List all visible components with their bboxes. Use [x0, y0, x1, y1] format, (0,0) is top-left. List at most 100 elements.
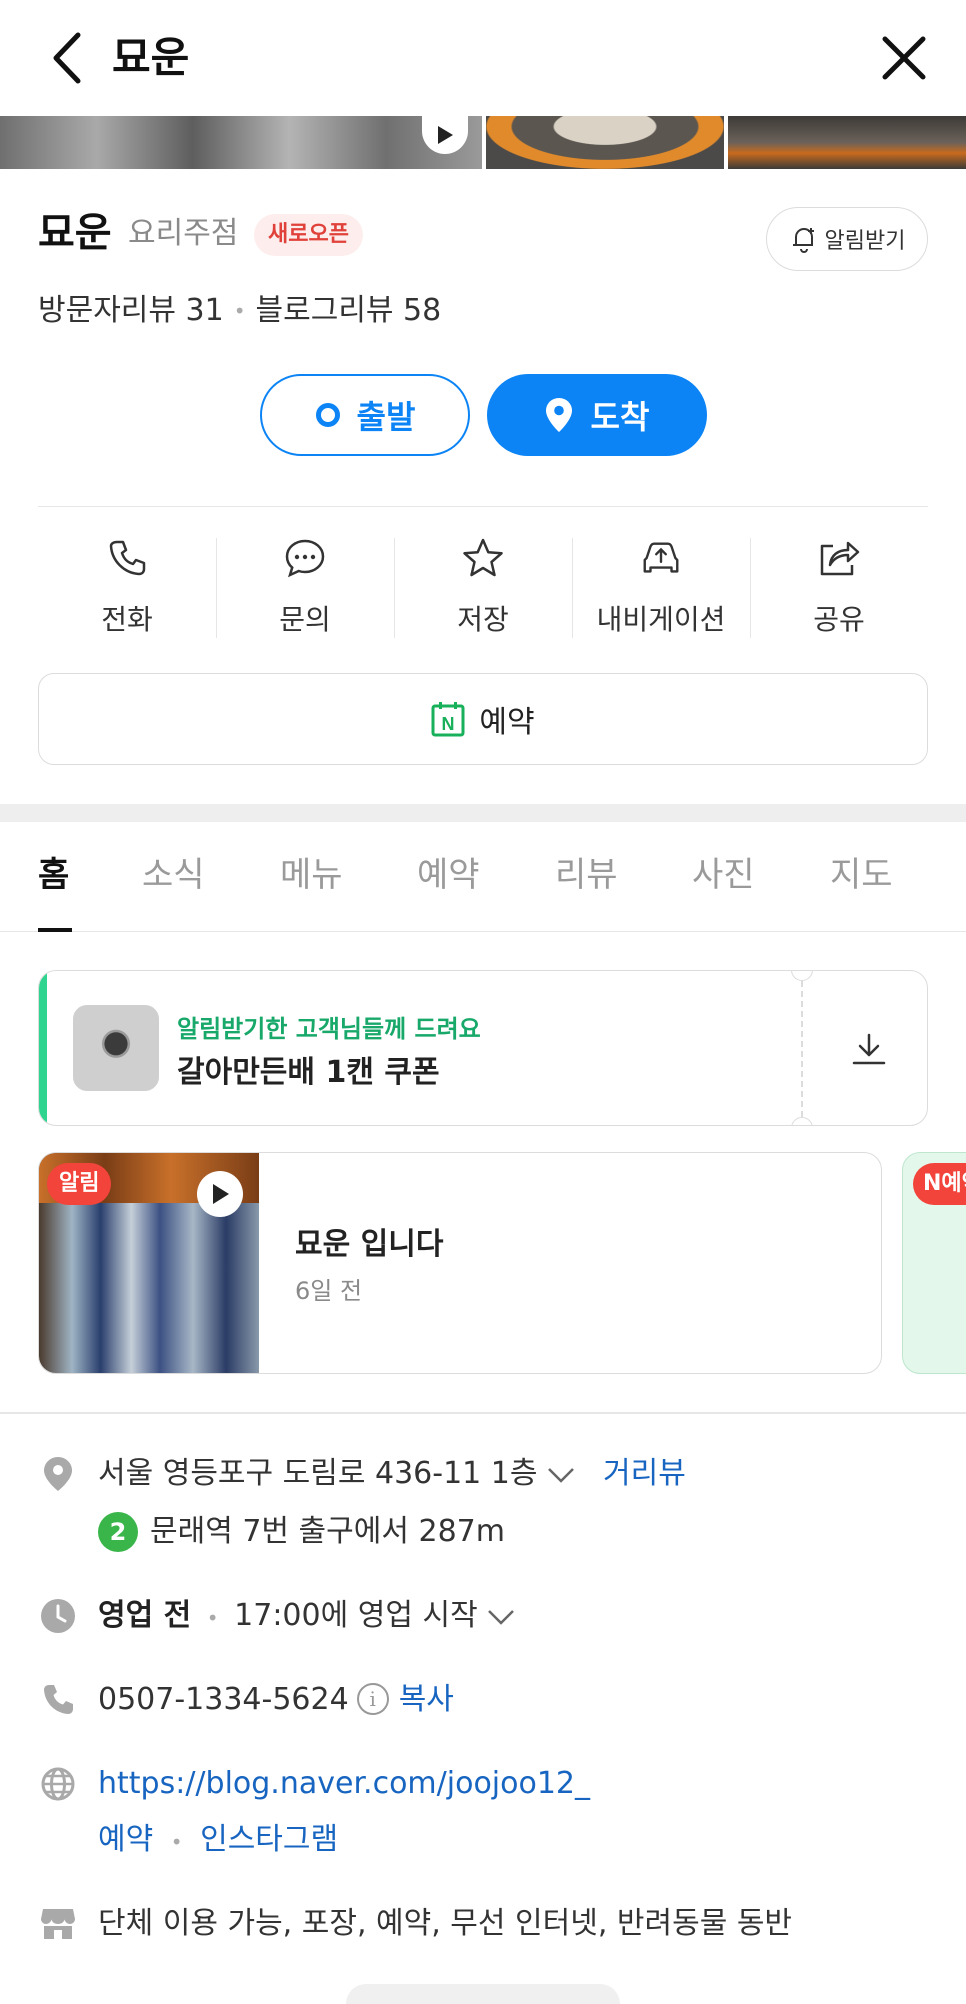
coupon-subtitle: 알림받기한 고객님들께 드려요: [177, 1015, 481, 1043]
subway-directions: 문래역 7번 출구에서 287m: [150, 1514, 505, 1549]
clock-icon: [40, 1598, 76, 1634]
depart-label: 출발: [356, 398, 416, 436]
coupon-card[interactable]: 알림받기한 고객님들께 드려요 갈아만든배 1캔 쿠폰: [38, 970, 928, 1126]
share-icon: [817, 536, 861, 580]
place-name: 묘운: [38, 210, 112, 256]
divider: [0, 1412, 966, 1414]
download-icon: [852, 1033, 886, 1065]
download-coupon-button[interactable]: [839, 1019, 899, 1079]
share-label: 공유: [813, 603, 865, 636]
tab-home[interactable]: 홈: [38, 850, 69, 900]
store-logo: [73, 1005, 159, 1091]
coupon-title: 갈아만든배 1캔 쿠폰: [177, 1055, 440, 1090]
star-icon: [461, 536, 505, 580]
store-icon: [40, 1906, 76, 1942]
tab-reservation[interactable]: 예약: [417, 850, 480, 900]
chevron-down-icon[interactable]: [486, 1608, 516, 1626]
address-row: 서울 영등포구 도림로 436-11 1층 거리뷰: [98, 1452, 686, 1496]
separator-dot: •: [206, 1606, 219, 1630]
tab-map[interactable]: 지도: [830, 850, 893, 900]
tab-photos[interactable]: 사진: [692, 850, 755, 900]
naver-booking-icon: N: [431, 702, 465, 737]
blog-review-link[interactable]: 블로그리뷰 58: [256, 290, 442, 332]
call-label: 전화: [101, 603, 153, 636]
inquiry-button[interactable]: 문의: [216, 528, 394, 648]
photo-thumbnail[interactable]: [728, 116, 966, 169]
save-button[interactable]: 저장: [394, 528, 572, 648]
section-separator: [0, 804, 966, 822]
tab-menu[interactable]: 메뉴: [280, 850, 343, 900]
address-text[interactable]: 서울 영등포구 도림로 436-11 1층: [98, 1456, 538, 1491]
chevron-down-icon[interactable]: [546, 1466, 576, 1484]
phone-number[interactable]: 0507-1334-5624: [98, 1682, 349, 1717]
phone-icon: [105, 536, 149, 580]
photo-thumbnail[interactable]: [0, 116, 482, 169]
separator-dot: •: [170, 1830, 183, 1854]
car-icon: [639, 536, 683, 580]
hours-row[interactable]: 영업 전 • 17:00에 영업 시작: [98, 1594, 516, 1640]
action-bar: 전화 문의 저장 내비게이션 공유: [38, 528, 928, 648]
arrive-label: 도착: [590, 398, 650, 436]
page-title: 묘운: [112, 33, 190, 82]
active-tab-indicator: [38, 928, 72, 932]
coupon-divider: [801, 971, 803, 1125]
save-label: 저장: [457, 603, 509, 636]
place-category: 요리주점: [128, 216, 239, 251]
globe-icon: [40, 1766, 76, 1802]
origin-dot-icon: [315, 403, 340, 427]
info-icon[interactable]: i: [356, 1682, 389, 1715]
arrive-button[interactable]: 도착: [487, 374, 707, 456]
divider: [38, 506, 928, 507]
hours-text: 17:00에 영업 시작: [234, 1598, 478, 1633]
chevron-left-icon: [53, 32, 81, 84]
close-button[interactable]: [876, 30, 932, 86]
news-title: 묘운 입니다: [295, 1227, 444, 1262]
separator-dot: •: [233, 299, 246, 323]
map-pin-icon: [545, 398, 572, 432]
extra-links-row: 예약 • 인스타그램: [98, 1818, 338, 1864]
share-button[interactable]: 공유: [750, 528, 928, 648]
phone-icon: [40, 1682, 76, 1718]
amenities-text: 단체 이용 가능, 포장, 예약, 무선 인터넷, 반려동물 동반: [98, 1906, 793, 1941]
bell-plus-icon: [792, 228, 814, 253]
play-icon[interactable]: [197, 1171, 243, 1217]
booking-icon-letter: N: [442, 714, 455, 734]
website-link[interactable]: https://blog.naver.com/joojoo12_: [98, 1762, 590, 1806]
back-button[interactable]: [40, 30, 94, 86]
coupon-notch: [791, 971, 813, 981]
navigation-label: 내비게이션: [596, 603, 726, 636]
chat-icon: [283, 536, 327, 580]
navigation-button[interactable]: 내비게이션: [572, 528, 750, 648]
play-icon[interactable]: [422, 116, 468, 154]
visitor-review-link[interactable]: 방문자리뷰 31: [38, 290, 224, 332]
street-view-link[interactable]: 거리뷰: [603, 1456, 686, 1491]
call-button[interactable]: 전화: [38, 528, 216, 648]
floating-bottom-pill[interactable]: [346, 1984, 620, 2004]
photo-strip[interactable]: [0, 116, 966, 169]
tab-bar: 홈 소식 메뉴 예약 리뷰 사진 지도: [0, 822, 966, 932]
copy-button[interactable]: 복사: [399, 1682, 454, 1717]
news-card-next[interactable]: N예약: [902, 1152, 966, 1374]
coupon-notch: [791, 1117, 813, 1125]
reserve-link[interactable]: 예약: [98, 1822, 153, 1857]
hours-status: 영업 전: [98, 1598, 192, 1633]
new-open-badge: 새로오픈: [254, 214, 363, 256]
close-icon: [882, 36, 926, 80]
tab-news[interactable]: 소식: [142, 850, 205, 900]
notice-badge: 알림: [47, 1163, 112, 1205]
inquiry-label: 문의: [279, 603, 331, 636]
news-time: 6일 전: [295, 1277, 363, 1305]
notify-label: 알림받기: [824, 229, 906, 254]
phone-row: 0507-1334-5624 i 복사: [98, 1678, 454, 1722]
instagram-link[interactable]: 인스타그램: [200, 1822, 338, 1857]
depart-button[interactable]: 출발: [260, 374, 470, 456]
news-card[interactable]: 알림 묘운 입니다 6일 전: [38, 1152, 882, 1374]
photo-thumbnail[interactable]: [486, 116, 724, 169]
reserve-label: 예약: [479, 705, 535, 740]
reserve-button[interactable]: N 예약: [38, 673, 928, 765]
notify-button[interactable]: 알림받기: [766, 207, 928, 271]
tab-reviews[interactable]: 리뷰: [555, 850, 618, 900]
location-pin-icon: [40, 1456, 76, 1492]
coupon-accent-bar: [39, 971, 47, 1125]
subway-line-badge: 2: [98, 1512, 138, 1552]
